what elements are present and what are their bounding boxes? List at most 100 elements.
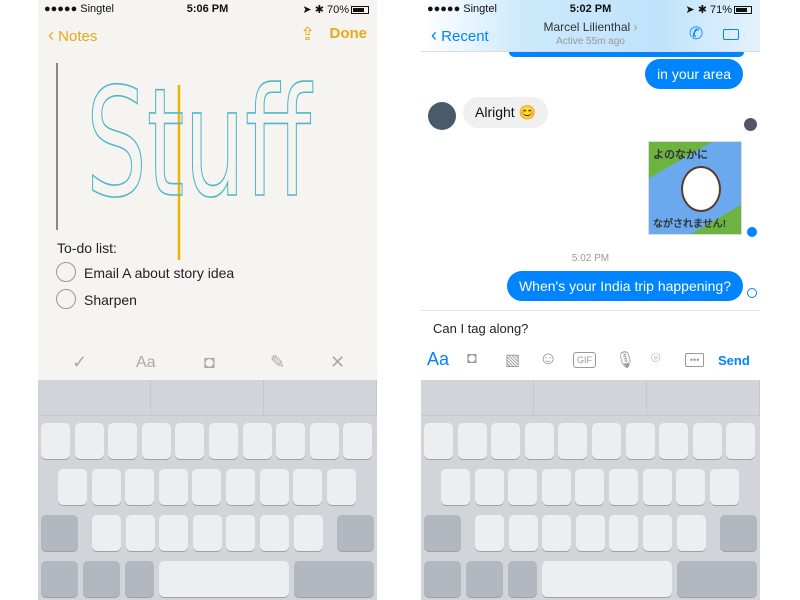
keyboard-key[interactable] (524, 423, 554, 459)
sticker-image[interactable]: よのなかに ながされません! (648, 141, 742, 235)
emoji-icon[interactable]: ☺ (539, 348, 557, 369)
keyboard-key[interactable] (677, 561, 757, 597)
location-icon[interactable]: ⌾ (651, 350, 661, 368)
keyboard-key[interactable] (209, 423, 238, 459)
keyboard-key[interactable] (541, 469, 571, 505)
video-call-icon[interactable] (723, 29, 739, 40)
keyboard-key[interactable] (226, 515, 256, 551)
message-input[interactable]: Can I tag along? (433, 321, 528, 336)
send-button[interactable]: Send (718, 353, 750, 368)
keyboard-key[interactable] (260, 515, 289, 551)
keyboard-key[interactable] (676, 469, 706, 505)
keyboard-key[interactable] (242, 423, 272, 459)
todo-checkbox[interactable] (56, 289, 76, 309)
keyboard-key[interactable] (158, 469, 188, 505)
keyboard-key[interactable] (692, 423, 722, 459)
keyboard-key[interactable] (343, 423, 373, 459)
keyboard-key[interactable] (643, 515, 672, 551)
keyboard-key[interactable] (508, 469, 538, 505)
keyboard-key[interactable] (326, 469, 356, 505)
keyboard-key[interactable] (276, 423, 306, 459)
suggestion-bar[interactable] (38, 380, 377, 416)
keyboard-key[interactable] (475, 515, 504, 551)
keyboard-key[interactable] (293, 469, 323, 505)
keyboard-key[interactable] (424, 515, 461, 551)
suggestion-bar[interactable] (421, 380, 760, 416)
keyboard-key[interactable] (83, 561, 120, 597)
keyboard-key[interactable] (108, 423, 138, 459)
gif-icon[interactable]: GIF (573, 352, 596, 368)
keyboard-key[interactable] (91, 469, 121, 505)
keyboard-key[interactable] (720, 515, 757, 551)
phone-call-icon[interactable]: ✆ (689, 24, 703, 44)
close-icon[interactable]: ✕ (330, 352, 345, 373)
todo-checkbox[interactable] (56, 262, 76, 282)
camera-icon[interactable]: ◘ (467, 350, 477, 368)
keyboard-key[interactable] (642, 469, 672, 505)
keyboard-key[interactable] (575, 469, 605, 505)
check-icon[interactable]: ✓ (72, 352, 87, 373)
keyboard-key[interactable] (74, 423, 104, 459)
message-bubble-received[interactable]: Alright 😊 (463, 97, 549, 128)
contact-title[interactable]: Marcel Lilienthal › Active 55m ago (421, 20, 760, 47)
keyboard-key[interactable] (41, 423, 70, 459)
keyboard-key[interactable] (424, 561, 461, 597)
avatar[interactable] (428, 102, 456, 130)
keyboard-key[interactable] (474, 469, 504, 505)
keyboard-key[interactable] (508, 515, 538, 551)
keyboard-key[interactable] (41, 515, 78, 551)
drawing-canvas[interactable]: Stuff (38, 55, 377, 265)
todo-item[interactable]: Sharpen (84, 292, 137, 308)
keyboard-key[interactable] (192, 469, 222, 505)
keyboard-key[interactable] (592, 423, 621, 459)
message-bubble-sent[interactable]: in your area (645, 59, 743, 89)
keyboard-key[interactable] (659, 423, 689, 459)
keyboard-key[interactable] (125, 515, 155, 551)
keyboard-key[interactable] (159, 515, 189, 551)
keyboard[interactable] (38, 380, 377, 600)
keyboard-key[interactable] (159, 561, 289, 597)
message-bubble-sent[interactable]: When's your India trip happening? (506, 271, 743, 301)
keyboard-key[interactable] (58, 469, 87, 505)
keyboard-key[interactable] (609, 469, 638, 505)
keyboard-key[interactable] (441, 469, 470, 505)
todo-item[interactable]: Email A about story idea (84, 265, 234, 281)
keyboard-key[interactable] (175, 423, 205, 459)
keyboard-key[interactable] (625, 423, 655, 459)
keyboard-key[interactable] (575, 515, 605, 551)
keyboard-key[interactable] (466, 561, 503, 597)
keyboard-key[interactable] (491, 423, 521, 459)
more-icon[interactable]: ••• (685, 353, 705, 367)
photo-gallery-icon[interactable]: ▧ (505, 350, 520, 370)
keyboard-key[interactable] (337, 515, 374, 551)
text-format-icon[interactable]: Aa (136, 354, 156, 372)
sketch-icon[interactable]: ✎ (270, 352, 285, 373)
keyboard-key[interactable] (141, 423, 171, 459)
keyboard-key[interactable] (609, 515, 639, 551)
back-notes-button[interactable]: ‹ Notes (48, 25, 97, 46)
keyboard-key[interactable] (542, 561, 672, 597)
keyboard-key[interactable] (92, 515, 121, 551)
keyboard-key[interactable] (294, 561, 374, 597)
keyboard-key[interactable] (259, 469, 289, 505)
keyboard-key[interactable] (558, 423, 588, 459)
text-format-icon[interactable]: Aa (427, 349, 449, 370)
keyboard-key[interactable] (508, 561, 537, 597)
keyboard[interactable] (421, 380, 760, 600)
camera-icon[interactable]: ◘ (204, 352, 215, 373)
keyboard-key[interactable] (41, 561, 78, 597)
keyboard-key[interactable] (542, 515, 572, 551)
keyboard-key[interactable] (192, 515, 222, 551)
keyboard-key[interactable] (676, 515, 706, 551)
microphone-icon[interactable]: 🎙 (615, 350, 635, 370)
share-icon[interactable]: ⇪ (300, 24, 315, 45)
keyboard-key[interactable] (726, 423, 756, 459)
keyboard-key[interactable] (424, 423, 453, 459)
keyboard-key[interactable] (125, 561, 154, 597)
done-button[interactable]: Done (330, 25, 368, 42)
keyboard-key[interactable] (125, 469, 155, 505)
keyboard-key[interactable] (709, 469, 739, 505)
keyboard-key[interactable] (226, 469, 255, 505)
keyboard-key[interactable] (457, 423, 487, 459)
keyboard-key[interactable] (309, 423, 339, 459)
